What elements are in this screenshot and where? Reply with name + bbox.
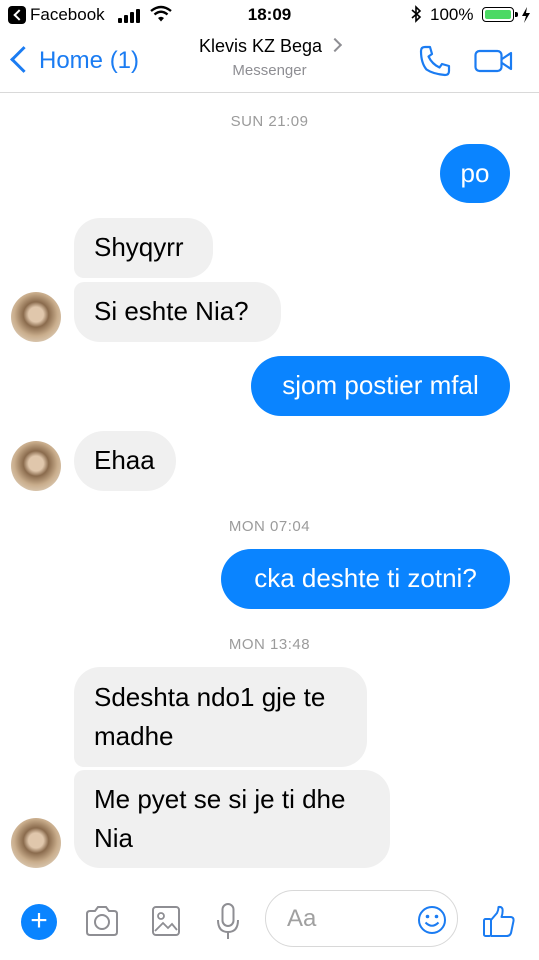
chevron-right-icon [327, 37, 343, 53]
incoming-message[interactable]: Me pyet se si je ti dhe Nia [74, 770, 390, 868]
camera-icon[interactable] [84, 905, 120, 937]
avatar[interactable] [11, 818, 61, 868]
message-line: Nia [94, 823, 134, 853]
message-line: Sdeshta ndo1 gje te [94, 682, 326, 712]
outgoing-message[interactable]: sjom postier mfal [251, 356, 510, 416]
contact-name-text[interactable]: Klevis KZ Bega [199, 36, 322, 56]
message-input-placeholder: Aa [287, 905, 317, 932]
conversation-header: Home (1) Klevis KZ Bega Messenger [0, 32, 539, 93]
charging-bolt-icon [522, 7, 530, 23]
timestamp: MON 07:04 [228, 518, 311, 535]
incoming-message[interactable]: Ehaa [74, 431, 176, 491]
composer-bar: + Aa [0, 875, 539, 960]
bluetooth-icon [411, 5, 422, 23]
battery-fill [485, 10, 511, 19]
battery-percent: 100% [430, 5, 474, 24]
video-camera-icon[interactable] [474, 46, 514, 76]
image-icon[interactable] [151, 905, 181, 937]
avatar[interactable] [11, 441, 61, 491]
plus-icon[interactable]: + [21, 904, 57, 940]
message-line: madhe [94, 721, 174, 751]
timestamp: MON 13:48 [228, 636, 311, 653]
incoming-message[interactable]: Sdeshta ndo1 gje te madhe [74, 667, 367, 767]
contact-name[interactable]: Klevis KZ Bega [0, 36, 539, 57]
contact-subtitle: Messenger [232, 62, 307, 79]
emoji-icon[interactable] [417, 905, 447, 935]
outgoing-message[interactable]: po [440, 144, 510, 203]
incoming-message[interactable]: Shyqyrr [74, 218, 213, 278]
outgoing-message[interactable]: cka deshte ti zotni? [221, 549, 510, 609]
avatar[interactable] [11, 292, 61, 342]
status-bar: Facebook 18:09 100% [0, 0, 539, 32]
timestamp: SUN 21:09 [230, 113, 309, 130]
battery-icon [482, 7, 518, 22]
incoming-message[interactable]: Si eshte Nia? [74, 282, 281, 342]
thumbs-up-icon[interactable] [482, 904, 516, 938]
message-input[interactable]: Aa [265, 890, 458, 947]
message-line: Me pyet se si je ti dhe [94, 784, 346, 814]
microphone-icon[interactable] [215, 902, 241, 942]
phone-icon[interactable] [418, 44, 452, 78]
